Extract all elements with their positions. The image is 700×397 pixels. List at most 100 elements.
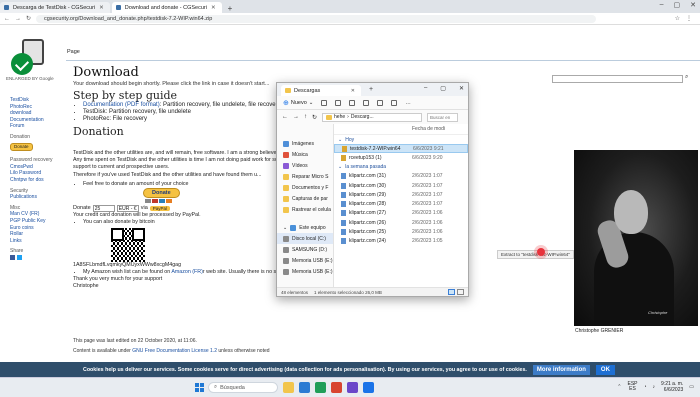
wifi-icon[interactable]: ◔ [644, 384, 647, 390]
breadcrumb-item[interactable]: hehe [334, 114, 345, 120]
breadcrumb[interactable]: hehe › Descarg... [322, 112, 423, 122]
browser-tab-download[interactable]: Download and donate - CGSecuri ✕ [111, 2, 222, 13]
currency-select[interactable]: EUR - € [116, 204, 139, 212]
nav-item-drive-c[interactable]: Disco local (C:) [277, 233, 333, 244]
edge-app-icon[interactable] [299, 382, 310, 393]
license-link[interactable]: GNU Free Documentation License 1.2 [132, 348, 217, 354]
sidebar-item-download[interactable]: download [10, 110, 62, 117]
office-app-icon[interactable] [331, 382, 342, 393]
sidebar-item-forum[interactable]: Forum [10, 123, 62, 130]
file-row[interactable]: klipartz.com (30) 2/6/2023 1:07 [334, 181, 468, 190]
new-tab-button[interactable]: + [224, 4, 237, 13]
close-tab-icon[interactable]: ✕ [99, 5, 104, 11]
close-tab-icon[interactable]: ✕ [351, 88, 355, 94]
cut-icon[interactable] [321, 99, 328, 106]
paste-icon[interactable] [349, 99, 356, 106]
copy-icon[interactable] [335, 99, 342, 106]
sidebar-item-cv[interactable]: Man CV (FR) [10, 211, 62, 218]
forward-icon[interactable]: → [293, 114, 299, 120]
close-tab-icon[interactable]: ✕ [211, 5, 216, 11]
explorer-tab[interactable]: Descargas ✕ [281, 85, 361, 96]
nav-item-drive-d[interactable]: SAMSUNG (D:) [277, 244, 333, 255]
browser-tab-testdisk[interactable]: Descarga de TestDisk - CGSecuri ✕ [0, 2, 110, 13]
teams-app-icon[interactable] [347, 382, 358, 393]
sidebar-item-publications[interactable]: Publications [10, 194, 62, 201]
sidebar-item-pgp[interactable]: PGP Public Key [10, 218, 62, 225]
back-icon[interactable]: ← [4, 16, 10, 22]
more-information-button[interactable]: More information [532, 364, 590, 375]
explorer-search-input[interactable]: Buscar en [427, 112, 459, 122]
cookie-ok-button[interactable]: OK [595, 364, 615, 375]
maximize-icon[interactable]: ▢ [440, 85, 446, 92]
sidebar-item-links[interactable]: Links [10, 238, 62, 245]
file-row[interactable]: klipartz.com (25) 2/6/2023 1:06 [334, 227, 468, 236]
notification-icon[interactable]: ▭ [689, 384, 694, 390]
file-row[interactable]: rceetup153 (1) 6/6/2023 9:20 [334, 153, 468, 162]
file-row[interactable]: testdisk-7.2-WIP.win64 6/6/2023 9:21 [334, 144, 468, 154]
language-indicator[interactable]: ESP ES [627, 381, 637, 393]
file-row[interactable]: klipartz.com (29) 2/6/2023 1:07 [334, 190, 468, 199]
sidebar-item-euro[interactable]: Euro coins [10, 225, 62, 232]
nav-item-this-pc[interactable]: ⌄ Este equipo [277, 222, 333, 233]
column-date[interactable]: Fecha de modi [412, 126, 445, 132]
clock[interactable]: 9:21 a. m. 6/6/2023 [661, 381, 683, 393]
store-app-icon[interactable] [315, 382, 326, 393]
nav-item-drive-e[interactable]: Memoria USB (E:) [277, 255, 333, 266]
file-row[interactable]: klipartz.com (28) 2/6/2023 1:07 [334, 199, 468, 208]
file-row[interactable]: klipartz.com (27) 2/6/2023 1:06 [334, 209, 468, 218]
sidebar-item-documentation[interactable]: Documentation [10, 117, 62, 124]
sidebar-item-cmospwd[interactable]: CmosPwd [10, 164, 62, 171]
more-icon[interactable]: … [405, 100, 411, 106]
amazon-link[interactable]: Amazon (FR) [171, 269, 203, 275]
details-view-icon[interactable] [448, 289, 455, 295]
nav-item-folder[interactable]: Capturas de par [277, 193, 333, 204]
close-icon[interactable]: ✕ [459, 85, 464, 92]
maximize-icon[interactable]: ▢ [674, 1, 681, 9]
file-explorer-app-icon[interactable] [283, 382, 294, 393]
breadcrumb-item[interactable]: Descarg... [351, 114, 374, 120]
nav-item-videos[interactable]: Vídeos [277, 160, 333, 171]
back-icon[interactable]: ← [282, 114, 288, 120]
volume-icon[interactable]: ♪ [653, 384, 656, 390]
documentation-link[interactable]: Documentation (PDF format) [83, 102, 160, 108]
file-row[interactable]: klipartz.com (31) 2/6/2023 1:07 [334, 172, 468, 181]
search-icon[interactable]: ⌕ [685, 74, 694, 83]
rename-icon[interactable] [363, 99, 370, 106]
nav-item-images[interactable]: Imágenes [277, 138, 333, 149]
twitter-icon[interactable] [17, 254, 22, 260]
nav-item-folder[interactable]: Rastrear el celula [277, 204, 333, 215]
up-icon[interactable]: ↑ [304, 114, 307, 120]
sidebar-item-lilo[interactable]: Lilo Password [10, 170, 62, 177]
sidebar-item-rollar[interactable]: Rollar [10, 231, 62, 238]
sidebar-item-chntpw[interactable]: Chntpw for dos [10, 177, 62, 184]
menu-icon[interactable]: ⋮ [686, 15, 692, 22]
new-tab-button[interactable]: + [369, 86, 373, 93]
new-button[interactable]: ⊕ Nuevo ⌄ [283, 99, 313, 107]
site-search-input[interactable] [552, 75, 683, 83]
url-field[interactable]: cgsecurity.org/Download_and_donate.php/t… [36, 14, 597, 23]
refresh-icon[interactable]: ↻ [312, 114, 317, 121]
paypal-donate-button[interactable]: Donate [143, 187, 180, 198]
facebook-icon[interactable] [10, 254, 15, 260]
star-icon[interactable]: ☆ [675, 15, 680, 22]
group-header-last-week[interactable]: ⌄ la semana pasada [334, 163, 468, 172]
sidebar-item-testdisk[interactable]: TestDisk [10, 97, 62, 104]
delete-icon[interactable] [391, 99, 398, 106]
forward-icon[interactable]: → [15, 16, 21, 22]
minimize-icon[interactable]: – [424, 85, 427, 92]
nav-item-drive-e2[interactable]: Memoria USB (E:) [277, 266, 333, 277]
taskbar-search[interactable]: ⌕ Búsqueda [208, 382, 278, 393]
file-row[interactable]: klipartz.com (26) 2/6/2023 1:06 [334, 218, 468, 227]
nav-item-music[interactable]: Música [277, 149, 333, 160]
amount-input[interactable]: 25 [92, 204, 115, 212]
file-row[interactable]: klipartz.com (24) 2/6/2023 1:05 [334, 237, 468, 246]
paypal-button[interactable]: PayPal [149, 205, 171, 211]
group-header-today[interactable]: ⌄ Hoy [334, 135, 468, 144]
tab-page[interactable]: Page [67, 49, 80, 55]
chevron-up-icon[interactable]: ⌃ [617, 384, 621, 390]
nav-item-folder[interactable]: Documentos y F [277, 182, 333, 193]
windows-start-icon[interactable] [195, 383, 204, 392]
nav-item-folder[interactable]: Reparar Micro S [277, 171, 333, 182]
sidebar-donate-button[interactable]: Donate [10, 142, 33, 152]
minimize-icon[interactable]: – [660, 1, 664, 9]
